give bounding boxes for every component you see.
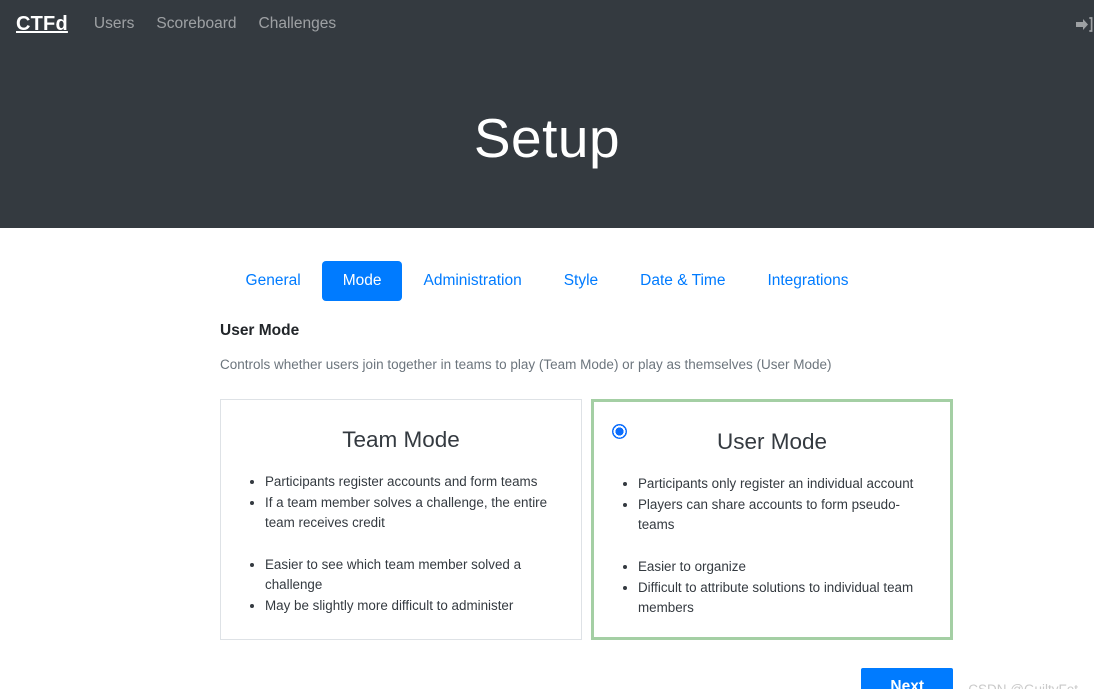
setup-footer: Next	[220, 667, 953, 689]
page-title: Setup	[473, 106, 621, 169]
nav-item-users[interactable]: Users	[94, 15, 134, 33]
mode-card-user-title: User Mode	[716, 428, 828, 454]
top-navbar: CTFd Users Scoreboard Challenges Lo	[0, 0, 1094, 48]
list-item: May be slightly more difficult to admini…	[265, 596, 565, 616]
mode-radio-user[interactable]	[612, 423, 627, 439]
tab-integrations[interactable]: Integrations	[746, 261, 869, 301]
sign-in-icon	[1075, 16, 1093, 32]
mode-card-user-list-primary: Participants only register an individual…	[610, 474, 934, 534]
list-item: Difficult to attribute solutions to indi…	[638, 578, 934, 618]
user-mode-section: User Mode Controls whether users join to…	[0, 322, 1094, 689]
list-item: Easier to see which team member solved a…	[265, 555, 565, 595]
main-content: General Mode Administration Style Date &…	[0, 228, 1094, 689]
list-item: Players can share accounts to form pseud…	[638, 495, 934, 535]
mode-card-team-title: Team Mode	[342, 426, 460, 452]
tab-mode[interactable]: Mode	[321, 261, 403, 301]
mode-card-group: Team Mode Participants register accounts…	[220, 398, 953, 640]
watermark: CSDN @GuiltyFet	[968, 682, 1078, 689]
mode-card-team-list-secondary: Easier to see which team member solved a…	[237, 555, 565, 615]
setup-tabs: General Mode Administration Style Date &…	[0, 228, 1094, 301]
tab-administration[interactable]: Administration	[402, 261, 542, 301]
nav-item-challenges[interactable]: Challenges	[259, 15, 337, 33]
section-title: User Mode	[220, 322, 300, 339]
list-item: Participants only register an individual…	[638, 474, 934, 494]
tab-style[interactable]: Style	[543, 261, 619, 301]
section-description: Controls whether users join together in …	[220, 357, 832, 372]
next-button[interactable]: Next	[861, 667, 953, 689]
mode-card-team[interactable]: Team Mode Participants register accounts…	[220, 398, 582, 640]
list-item: Participants register accounts and form …	[265, 472, 565, 492]
tab-general[interactable]: General	[225, 261, 322, 301]
brand-logo[interactable]: CTFd	[16, 13, 68, 36]
primary-nav: Users Scoreboard Challenges	[94, 15, 336, 33]
mode-card-user-list-secondary: Easier to organize Difficult to attribut…	[610, 557, 934, 617]
list-item: If a team member solves a challenge, the…	[265, 493, 565, 533]
page-header: Setup	[0, 48, 1094, 228]
nav-login-area[interactable]: Lo	[1075, 0, 1094, 48]
mode-card-team-list-primary: Participants register accounts and form …	[237, 472, 565, 532]
nav-item-scoreboard[interactable]: Scoreboard	[156, 15, 236, 33]
mode-card-user[interactable]: User Mode Participants only register an …	[591, 398, 953, 640]
list-item: Easier to organize	[638, 557, 934, 577]
tab-date-time[interactable]: Date & Time	[619, 261, 746, 301]
